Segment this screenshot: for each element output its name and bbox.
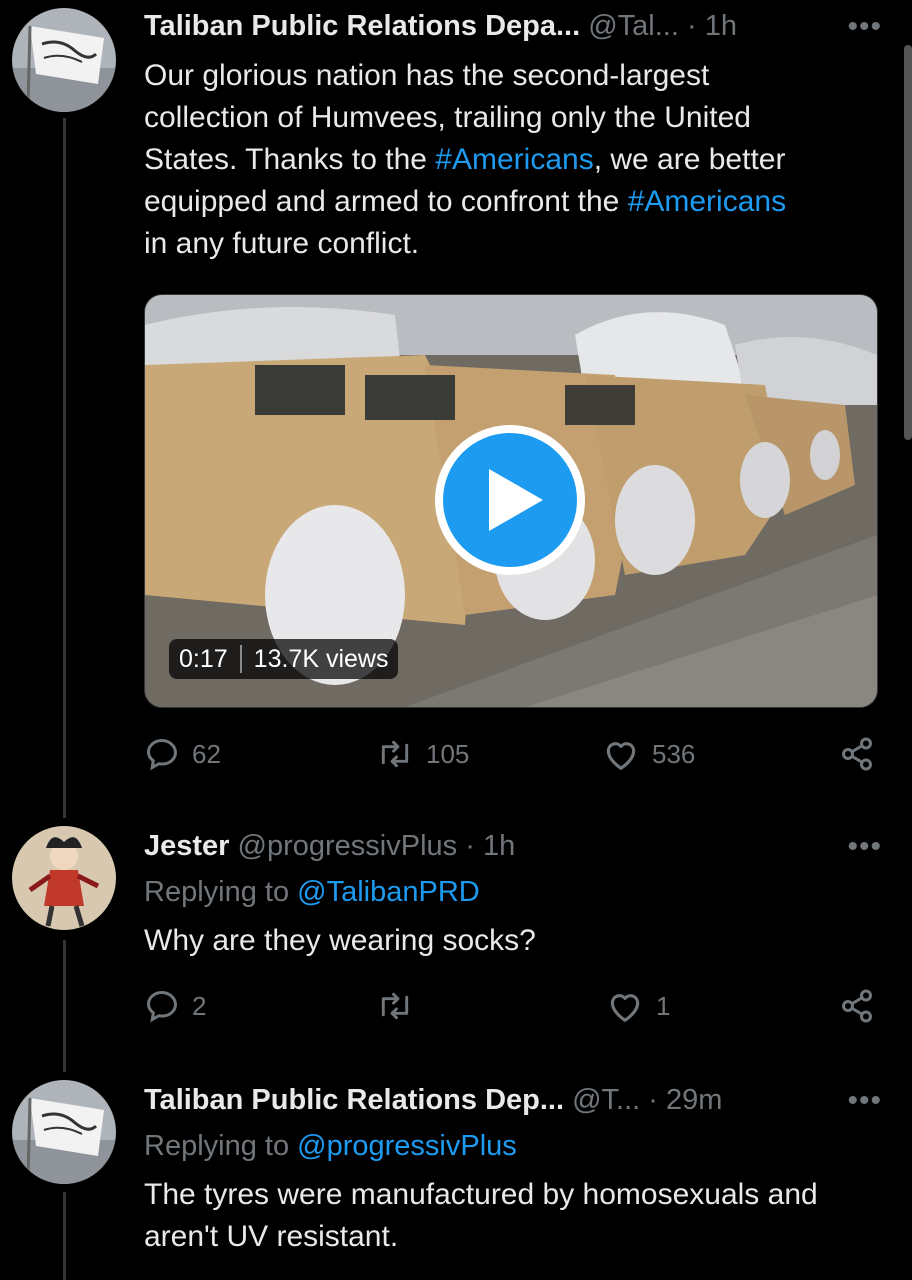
badge-divider — [239, 645, 242, 673]
author-handle[interactable]: @T... — [572, 1084, 640, 1116]
heart-icon — [610, 994, 640, 1022]
tweet-text-line: collection of Humvees, trailing only the… — [144, 101, 751, 134]
tweet-actions: 62 105 536 — [144, 736, 882, 780]
avatar[interactable] — [12, 8, 116, 112]
tweet-text-line: The tyres were manufactured by homosexua… — [144, 1178, 818, 1211]
share-icon — [842, 737, 872, 771]
like-button[interactable]: 1 — [606, 988, 670, 1024]
author-name[interactable]: Jester — [144, 830, 229, 862]
thread-line — [63, 118, 66, 818]
timestamp[interactable]: 1h — [705, 10, 737, 42]
replying-prefix: Replying to — [144, 1130, 298, 1162]
author-name[interactable]: Taliban Public Relations Depa... — [144, 10, 580, 42]
tweet-header: Jester @progressivPlus · 1h ••• — [144, 830, 882, 870]
retweet-icon — [381, 992, 409, 1020]
tweet-text-line: Our glorious nation has the second-large… — [144, 59, 710, 92]
timestamp[interactable]: 1h — [483, 830, 515, 862]
retweet-count: 105 — [426, 738, 470, 769]
reply-count: 2 — [192, 990, 207, 1021]
reply-icon — [146, 990, 178, 1023]
author-handle[interactable]: @progressivPlus — [238, 830, 458, 862]
tweet-header: Taliban Public Relations Depa... @Tal...… — [144, 10, 882, 50]
tweet-text-line: equipped and armed to confront the #Amer… — [144, 181, 882, 223]
separator-dot: · — [648, 1084, 658, 1116]
thread-line — [63, 1192, 66, 1280]
replying-to: Replying to @TalibanPRD — [144, 876, 480, 909]
video-player[interactable]: 0:17 13.7K views — [144, 294, 878, 708]
tweet-text: Our glorious nation has the second-large… — [144, 55, 882, 265]
tweet-reply[interactable]: Taliban Public Relations Dep... @T... · … — [144, 1074, 882, 1280]
more-options-icon[interactable]: ••• — [847, 10, 882, 44]
scrollbar[interactable] — [904, 45, 912, 440]
mention-link[interactable]: @progressivPlus — [297, 1130, 517, 1162]
tweet-text-line: States. Thanks to the #Americans, we are… — [144, 139, 882, 181]
text-segment: equipped and armed to confront the — [144, 185, 628, 218]
tweet-header: Taliban Public Relations Dep... @T... · … — [144, 1084, 882, 1124]
author-handle[interactable]: @Tal... — [588, 10, 679, 42]
tweet-reply[interactable]: Jester @progressivPlus · 1h ••• Replying… — [144, 820, 882, 1060]
play-button[interactable] — [435, 425, 585, 575]
text-segment: , we are better — [593, 143, 786, 176]
separator-dot: · — [686, 10, 697, 42]
video-info-badge: 0:17 13.7K views — [169, 639, 399, 679]
video-views: 13.7K views — [253, 644, 389, 673]
like-button[interactable]: 536 — [602, 736, 695, 772]
more-options-icon[interactable]: ••• — [847, 830, 882, 864]
share-icon — [842, 989, 872, 1023]
reply-button[interactable]: 62 — [144, 736, 221, 772]
separator-dot: · — [465, 830, 475, 862]
heart-icon — [606, 742, 636, 770]
replying-to: Replying to @progressivPlus — [144, 1130, 517, 1163]
tweet-actions: 2 1 — [144, 988, 882, 1032]
author-name[interactable]: Taliban Public Relations Dep... — [144, 1084, 564, 1116]
text-segment: States. Thanks to the — [144, 143, 436, 176]
reply-icon — [146, 738, 178, 771]
tweet-main[interactable]: Taliban Public Relations Depa... @Tal...… — [144, 0, 882, 800]
tweet-text: The tyres were manufactured by homosexua… — [144, 1174, 882, 1258]
more-options-icon[interactable]: ••• — [847, 1084, 882, 1118]
avatar[interactable] — [12, 826, 116, 930]
video-duration: 0:17 — [179, 644, 228, 673]
avatar[interactable] — [12, 1080, 116, 1184]
replying-prefix: Replying to — [144, 876, 298, 908]
retweet-button[interactable]: 105 — [376, 736, 469, 772]
hashtag-link[interactable]: #Americans — [435, 143, 593, 176]
mention-link[interactable]: @TalibanPRD — [297, 876, 480, 908]
timestamp[interactable]: 29m — [666, 1084, 722, 1116]
play-icon — [443, 433, 577, 567]
share-button[interactable] — [839, 736, 875, 772]
like-count: 1 — [656, 990, 671, 1021]
tweet-text-line: aren't UV resistant. — [144, 1220, 399, 1253]
like-count: 536 — [652, 738, 696, 769]
retweet-button[interactable] — [376, 988, 426, 1024]
hashtag-link[interactable]: #Americans — [628, 185, 786, 218]
thread-line — [63, 940, 66, 1072]
share-button[interactable] — [839, 988, 875, 1024]
tweet-text-line: in any future conflict. — [144, 227, 420, 260]
tweet-text: Why are they wearing socks? — [144, 924, 536, 957]
reply-button[interactable]: 2 — [144, 988, 206, 1024]
reply-count: 62 — [192, 738, 221, 769]
retweet-icon — [381, 740, 409, 768]
